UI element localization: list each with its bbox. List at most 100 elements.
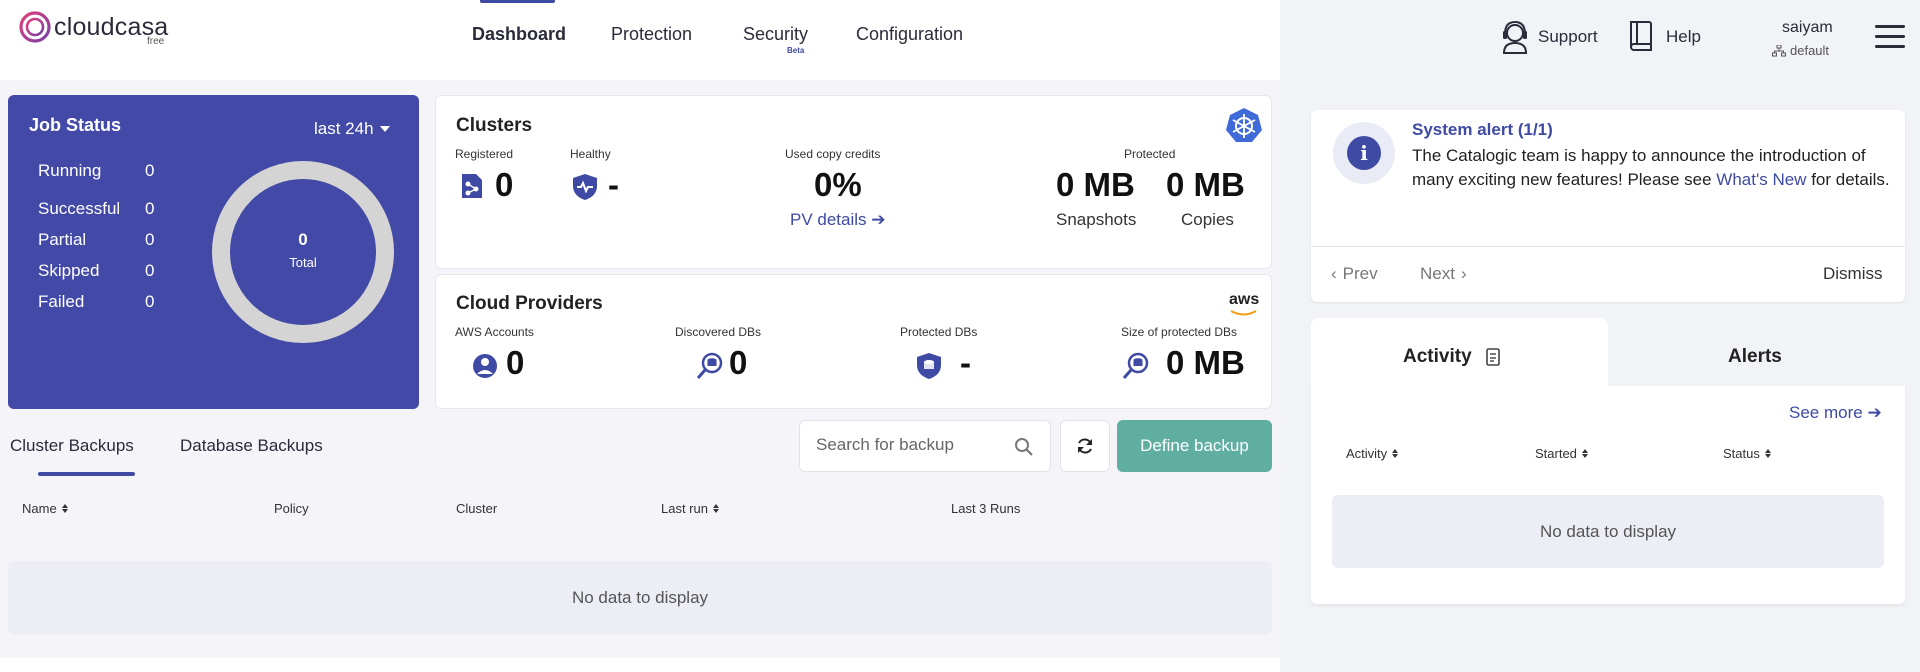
protected-dbs-label: Protected DBs (900, 325, 978, 339)
time-range-label: last 24h (314, 119, 374, 138)
kubernetes-icon (1226, 108, 1262, 142)
activity-col-activity[interactable]: Activity (1346, 446, 1399, 461)
alert-message: The Catalogic team is happy to announce … (1412, 144, 1892, 192)
cloud-providers-title: Cloud Providers (456, 293, 603, 314)
tab-configuration[interactable]: Configuration (856, 24, 963, 45)
tab-database-backups[interactable]: Database Backups (180, 436, 323, 456)
sort-icon (1581, 449, 1588, 458)
arrow-right-icon: ➔ (871, 210, 886, 229)
cloudcasa-logo-icon (19, 11, 51, 43)
column-policy: Policy (274, 501, 309, 516)
discovered-dbs-label: Discovered DBs (675, 325, 762, 339)
healthy-shield-icon (573, 174, 597, 200)
pv-details-label: PV details (790, 210, 867, 229)
registered-value: 0 (495, 166, 514, 203)
job-status-card: Job Status last 24h Running 0 Successful… (8, 95, 419, 409)
sort-icon (1764, 449, 1771, 458)
copies-label: Copies (1181, 210, 1234, 229)
registered-cluster-icon (462, 174, 482, 198)
pv-details-link[interactable]: PV details ➔ (790, 210, 886, 230)
time-range-dropdown[interactable]: last 24h (314, 119, 390, 139)
alert-next-label: Next (1420, 264, 1455, 283)
info-icon: i (1333, 122, 1395, 184)
sort-icon (61, 504, 68, 513)
tab-cluster-backups[interactable]: Cluster Backups (10, 436, 134, 456)
arrow-right-icon: ➔ (1867, 403, 1882, 422)
aws-logo: aws (1229, 291, 1260, 308)
alert-prev-button[interactable]: ‹ Prev (1331, 264, 1378, 284)
protected-dbs-value: - (960, 344, 971, 381)
tab-dashboard[interactable]: Dashboard (472, 24, 566, 45)
credits-value: 0% (814, 166, 862, 203)
refresh-button[interactable] (1060, 420, 1110, 472)
snapshots-value: 0 MB (1056, 166, 1135, 203)
user-org[interactable]: default (1772, 43, 1829, 58)
size-protected-label: Size of protected DBs (1121, 325, 1238, 339)
aws-account-icon (473, 354, 497, 378)
cloud-providers-card: Cloud Providers aws AWS Accounts 0 Disco… (435, 274, 1272, 409)
help-button[interactable]: Help (1626, 19, 1701, 55)
backups-empty-state: No data to display (8, 561, 1272, 634)
activity-col-started[interactable]: Started (1535, 446, 1588, 461)
brand-tier: free (147, 36, 165, 47)
alert-dismiss-button[interactable]: Dismiss (1823, 264, 1883, 284)
discover-db-icon (696, 352, 723, 379)
brand-logo[interactable]: cloudcasa (18, 8, 168, 46)
column-last-3-runs-label: Last 3 Runs (951, 501, 1021, 516)
column-policy-label: Policy (274, 501, 309, 516)
healthy-label: Healthy (570, 147, 611, 161)
activity-empty-state: No data to display (1332, 495, 1884, 568)
job-status-title: Job Status (29, 115, 122, 135)
alert-prev-label: Prev (1342, 264, 1378, 283)
org-icon (1772, 44, 1786, 56)
caret-down-icon (379, 126, 390, 132)
job-value-partial: 0 (145, 230, 155, 249)
tab-security[interactable]: Security (743, 24, 808, 45)
backup-search[interactable] (799, 420, 1051, 472)
healthy-value: - (608, 166, 619, 203)
chevron-left-icon: ‹ (1331, 264, 1337, 283)
tab-protection[interactable]: Protection (611, 24, 692, 45)
activity-col-status-label: Status (1723, 446, 1760, 461)
backups-tab-indicator (38, 472, 135, 476)
alert-divider (1311, 246, 1905, 247)
discovered-dbs-value: 0 (729, 344, 748, 381)
job-label-failed: Failed (38, 292, 85, 311)
size-db-icon (1122, 352, 1149, 379)
support-button[interactable]: Support (1500, 19, 1598, 55)
column-name[interactable]: Name (22, 501, 68, 516)
define-backup-button[interactable]: Define backup (1117, 420, 1272, 472)
user-org-label: default (1790, 43, 1830, 58)
column-name-label: Name (22, 501, 57, 516)
alert-next-button[interactable]: Next › (1420, 264, 1467, 284)
refresh-icon (1078, 438, 1092, 454)
user-name[interactable]: saiyam (1782, 19, 1833, 37)
security-beta-badge: Beta (787, 46, 805, 55)
job-label-running: Running (38, 161, 102, 180)
alert-message-end: for details. (1811, 170, 1890, 189)
activity-col-status[interactable]: Status (1723, 446, 1771, 461)
clusters-card: Clusters Registered 0 Healthy - Used cop… (435, 95, 1272, 269)
protected-label: Protected (1124, 147, 1176, 161)
job-status-donut (212, 161, 394, 343)
column-last-run[interactable]: Last run (661, 501, 719, 516)
hamburger-menu-icon[interactable] (1875, 25, 1905, 49)
column-last-3-runs: Last 3 Runs (951, 501, 1020, 516)
snapshots-label: Snapshots (1056, 210, 1137, 229)
see-more-label: See more (1789, 403, 1863, 422)
tab-alerts[interactable]: Alerts (1728, 346, 1782, 368)
help-book-icon (1630, 21, 1652, 51)
job-label-partial: Partial (38, 230, 87, 249)
help-label: Help (1666, 27, 1701, 46)
support-label: Support (1538, 27, 1598, 46)
nav-active-indicator (480, 0, 555, 3)
clusters-title: Clusters (456, 115, 533, 136)
support-icon (1502, 20, 1528, 54)
whats-new-link[interactable]: What's New (1716, 170, 1806, 189)
see-more-link[interactable]: See more ➔ (1789, 403, 1882, 423)
activity-col-started-label: Started (1535, 446, 1577, 461)
backup-search-input[interactable] (816, 435, 1006, 455)
alert-title: System alert (1/1) (1412, 120, 1553, 139)
job-label-successful: Successful (38, 199, 121, 218)
tab-activity[interactable]: Activity (1403, 346, 1500, 368)
